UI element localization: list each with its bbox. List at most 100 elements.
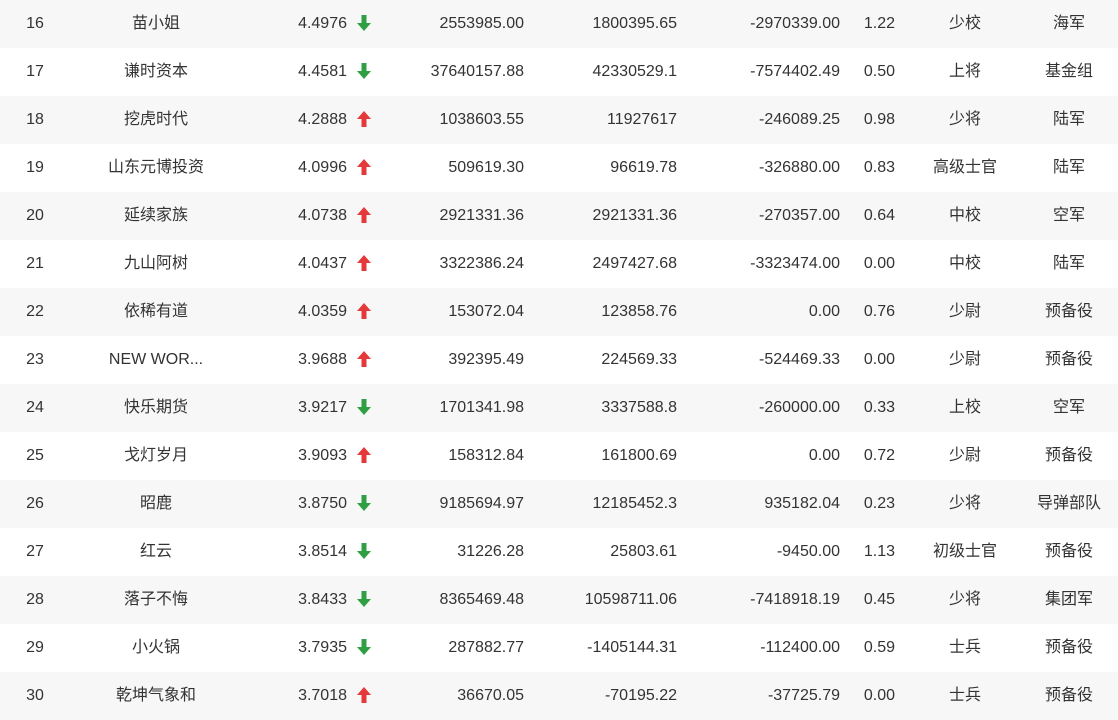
value3-cell: -524469.33 — [759, 351, 840, 368]
value2-cell: 11927617 — [607, 111, 677, 128]
rank-cell: 23 — [26, 351, 44, 368]
branch-cell: 陆军 — [1052, 255, 1085, 272]
rank-cell: 19 — [26, 159, 44, 176]
value2-cell: 42330529.1 — [592, 63, 677, 80]
title-cell: 士兵 — [948, 687, 981, 704]
value2-cell: 96619.78 — [610, 159, 677, 176]
title-cell: 少将 — [948, 591, 981, 608]
value3-cell: -3323474.00 — [750, 255, 840, 272]
trend-cell — [356, 240, 374, 288]
table-row[interactable]: 20 延续家族 4.0738 2921331.36 2921331.36 -270357.… — [0, 192, 1118, 240]
score-cell: 4.0996 — [298, 159, 347, 176]
ranking-table: 16 苗小姐 4.4976 2553985.00 1800395.65 -2970339.… — [0, 0, 1118, 720]
title-cell: 高级士官 — [932, 159, 997, 176]
value2-cell: -70195.22 — [604, 687, 677, 704]
rank-cell: 30 — [26, 687, 44, 704]
title-cell: 初级士官 — [932, 543, 997, 560]
trend-cell — [356, 384, 374, 432]
value2-cell: 2921331.36 — [592, 207, 677, 224]
branch-cell: 陆军 — [1052, 111, 1085, 128]
score-cell: 4.0738 — [298, 207, 347, 224]
table-row[interactable]: 28 落子不悔 3.8433 8365469.48 10598711.06 -741891… — [0, 576, 1118, 624]
branch-cell: 预备役 — [1044, 303, 1093, 320]
trend-cell — [356, 96, 374, 144]
value3-cell: -7574402.49 — [750, 63, 840, 80]
table-row[interactable]: 23 NEW WOR... 3.9688 392395.49 224569.33 -524… — [0, 336, 1118, 384]
rank-cell: 25 — [26, 447, 44, 464]
value2-cell: 12185452.3 — [592, 495, 677, 512]
branch-cell: 空军 — [1052, 207, 1085, 224]
score-cell: 4.4581 — [298, 63, 347, 80]
table-row[interactable]: 18 挖虎时代 4.2888 1038603.55 11927617 -246089.25… — [0, 96, 1118, 144]
trend-cell — [356, 144, 374, 192]
value1-cell: 287882.77 — [448, 639, 524, 656]
ratio-cell: 0.45 — [863, 591, 895, 608]
table-row[interactable]: 16 苗小姐 4.4976 2553985.00 1800395.65 -2970339.… — [0, 0, 1118, 48]
name-cell: 落子不悔 — [123, 591, 188, 608]
ratio-cell: 0.72 — [863, 447, 895, 464]
branch-cell: 预备役 — [1044, 351, 1093, 368]
arrow-up-icon — [357, 687, 371, 703]
table-row[interactable]: 19 山东元博投资 4.0996 509619.30 96619.78 -326880.0… — [0, 144, 1118, 192]
ratio-cell: 0.59 — [863, 639, 895, 656]
trend-cell — [356, 672, 374, 720]
rank-cell: 24 — [26, 399, 44, 416]
branch-cell: 海军 — [1052, 15, 1085, 32]
ratio-cell: 0.00 — [863, 687, 895, 704]
ratio-cell: 1.22 — [863, 15, 895, 32]
branch-cell: 预备役 — [1044, 543, 1093, 560]
trend-cell — [356, 288, 374, 336]
table-row[interactable]: 27 红云 3.8514 31226.28 25803.61 -9450.00 1.13 初级… — [0, 528, 1118, 576]
value3-cell: -9450.00 — [776, 543, 840, 560]
value2-cell: 224569.33 — [601, 351, 677, 368]
table-row[interactable]: 26 昭鹿 3.8750 9185694.97 12185452.3 935182.04 0… — [0, 480, 1118, 528]
title-cell: 少将 — [948, 495, 981, 512]
trend-cell — [356, 480, 374, 528]
title-cell: 少尉 — [948, 447, 981, 464]
arrow-up-icon — [357, 111, 371, 127]
arrow-up-icon — [357, 447, 371, 463]
table-row[interactable]: 22 依稀有道 4.0359 153072.04 123858.76 0.00 0.76 少尉… — [0, 288, 1118, 336]
rank-cell: 20 — [26, 207, 44, 224]
arrow-down-icon — [357, 15, 371, 31]
value1-cell: 153072.04 — [448, 303, 524, 320]
table-row[interactable]: 17 谦时资本 4.4581 37640157.88 42330529.1 -757440… — [0, 48, 1118, 96]
table-row[interactable]: 24 快乐期货 3.9217 1701341.98 3337588.8 -260000.0… — [0, 384, 1118, 432]
score-cell: 3.8433 — [298, 591, 347, 608]
value2-cell: 161800.69 — [601, 447, 677, 464]
ratio-cell: 0.76 — [863, 303, 895, 320]
value2-cell: 1800395.65 — [592, 15, 677, 32]
trend-cell — [356, 336, 374, 384]
value1-cell: 1038603.55 — [439, 111, 524, 128]
table-row[interactable]: 21 九山阿树 4.0437 3322386.24 2497427.68 -3323474… — [0, 240, 1118, 288]
table-row[interactable]: 25 戈灯岁月 3.9093 158312.84 161800.69 0.00 0.72 少尉… — [0, 432, 1118, 480]
value2-cell: 123858.76 — [601, 303, 677, 320]
value2-cell: 3337588.8 — [601, 399, 677, 416]
trend-cell — [356, 0, 374, 48]
trend-cell — [356, 192, 374, 240]
table-row[interactable]: 29 小火锅 3.7935 287882.77 -1405144.31 -112400.0… — [0, 624, 1118, 672]
value3-cell: 935182.04 — [764, 495, 840, 512]
name-cell: 苗小姐 — [131, 15, 180, 32]
rank-cell: 17 — [26, 63, 44, 80]
rank-cell: 29 — [26, 639, 44, 656]
name-cell: 延续家族 — [123, 207, 188, 224]
branch-cell: 空军 — [1052, 399, 1085, 416]
value1-cell: 9185694.97 — [439, 495, 524, 512]
arrow-down-icon — [357, 591, 371, 607]
ratio-cell: 0.98 — [863, 111, 895, 128]
title-cell: 少尉 — [948, 351, 981, 368]
title-cell: 上将 — [948, 63, 981, 80]
score-cell: 3.7935 — [298, 639, 347, 656]
ratio-cell: 0.33 — [863, 399, 895, 416]
arrow-down-icon — [357, 639, 371, 655]
branch-cell: 集团军 — [1044, 591, 1093, 608]
rank-cell: 28 — [26, 591, 44, 608]
name-cell: 戈灯岁月 — [123, 447, 188, 464]
value3-cell: -37725.79 — [767, 687, 840, 704]
table-row[interactable]: 30 乾坤气象和 3.7018 36670.05 -70195.22 -37725.79 0… — [0, 672, 1118, 720]
arrow-up-icon — [357, 255, 371, 271]
value1-cell: 509619.30 — [448, 159, 524, 176]
arrow-down-icon — [357, 543, 371, 559]
arrow-down-icon — [357, 495, 371, 511]
